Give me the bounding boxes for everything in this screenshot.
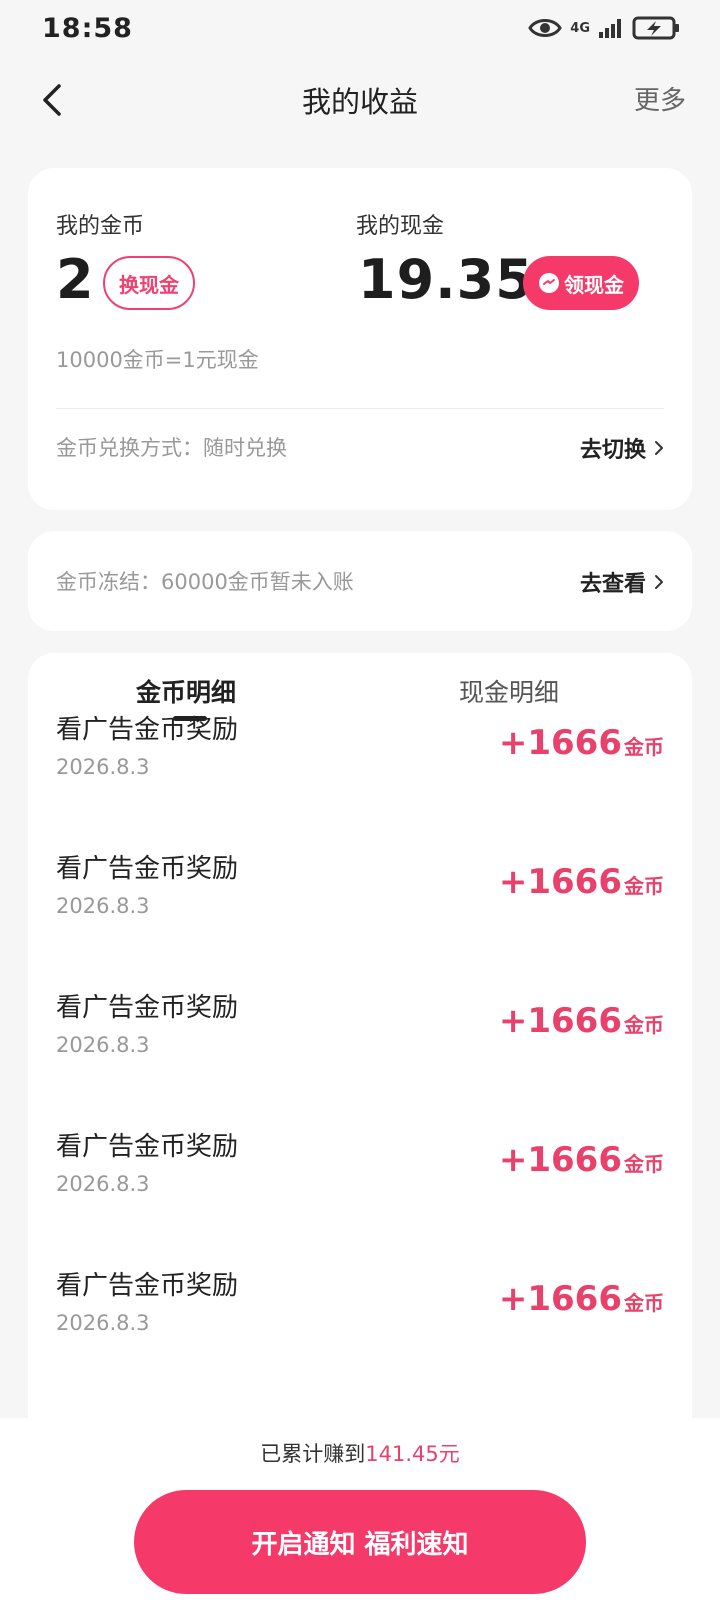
more-button[interactable]: 更多	[634, 80, 686, 117]
page-title: 我的收益	[301, 85, 418, 119]
record-date: 2026.8.3	[56, 1311, 150, 1335]
record-amount-value: +1666	[498, 1001, 622, 1041]
claim-cash-button[interactable]: 领现金	[523, 256, 639, 310]
record-date: 2026.8.3	[56, 755, 150, 779]
back-button[interactable]	[30, 78, 74, 122]
view-frozen-label: 去查看	[579, 572, 646, 597]
frozen-coins-label: 金币冻结：60000金币暂未入账	[56, 570, 354, 594]
coins-value: 2	[56, 248, 94, 311]
enable-notification-label: 开启通知 福利速知	[251, 1529, 469, 1560]
exchange-cash-button[interactable]: 换现金	[103, 256, 195, 310]
list-item: 看广告金币奖励 2026.8.3 +1666 金币	[28, 979, 692, 1118]
chevron-right-icon	[655, 575, 663, 589]
record-amount: +1666 金币	[499, 862, 664, 902]
record-amount-value: +1666	[498, 1140, 622, 1180]
chat-bubble-icon	[539, 273, 559, 293]
exchange-method-label: 金币兑换方式：随时兑换	[56, 436, 287, 460]
record-amount-unit: 金币	[624, 1013, 664, 1037]
total-earned-label: 已累计赚到	[260, 1442, 366, 1466]
bottom-bar: 已累计赚到141.45元 开启通知 福利速知	[0, 1418, 720, 1612]
record-amount-unit: 金币	[624, 735, 664, 759]
record-title: 看广告金币奖励	[56, 1132, 239, 1162]
record-title: 看广告金币奖励	[56, 715, 239, 745]
total-earned: 已累计赚到141.45元	[0, 1438, 720, 1468]
status-bar: 18:58 4G	[0, 0, 720, 56]
claim-cash-label: 领现金	[564, 272, 624, 297]
record-amount: +1666 金币	[499, 1140, 664, 1180]
chevron-left-icon	[43, 84, 61, 116]
record-amount: +1666 金币	[499, 723, 664, 763]
cash-label: 我的现金	[356, 214, 445, 239]
record-date: 2026.8.3	[56, 1033, 150, 1057]
details-card: 金币明细 现金明细 看广告金币奖励 2026.8.3 +1666 金币 看广告金…	[28, 653, 692, 1453]
list-item: 看广告金币奖励 2026.8.3 +1666 金币	[28, 840, 692, 979]
status-icons: 4G	[528, 15, 680, 41]
record-amount: +1666 金币	[499, 1279, 664, 1319]
record-amount-value: +1666	[498, 862, 622, 902]
record-title: 看广告金币奖励	[56, 1271, 239, 1301]
record-amount-value: +1666	[498, 723, 622, 763]
record-title: 看广告金币奖励	[56, 993, 239, 1023]
frozen-coins-card: 金币冻结：60000金币暂未入账 去查看	[28, 531, 692, 631]
total-earned-value: 141.45元	[365, 1442, 460, 1466]
coins-label: 我的金币	[56, 214, 145, 239]
enable-notification-button[interactable]: 开启通知 福利速知	[134, 1490, 586, 1594]
record-amount-unit: 金币	[624, 874, 664, 898]
view-frozen-button[interactable]: 去查看	[580, 566, 664, 598]
list-item: 看广告金币奖励 2026.8.3 +1666 金币	[28, 701, 692, 840]
battery-charging-icon	[632, 16, 679, 40]
switch-method-label: 去切换	[579, 438, 646, 463]
balance-card: 我的金币 我的现金 2 换现金 19.35 领现金 10000金币=1元现金 金…	[28, 168, 692, 510]
cash-value: 19.35	[358, 248, 534, 311]
chevron-right-icon	[655, 441, 663, 455]
exchange-rate: 10000金币=1元现金	[56, 348, 259, 372]
list-item: 看广告金币奖励 2026.8.3 +1666 金币	[28, 1257, 692, 1396]
switch-method-button[interactable]: 去切换	[580, 432, 664, 464]
record-amount: +1666 金币	[499, 1001, 664, 1041]
exchange-cash-label: 换现金	[119, 272, 179, 297]
eye-icon	[528, 19, 563, 37]
record-amount-value: +1666	[498, 1279, 622, 1319]
record-date: 2026.8.3	[56, 1172, 150, 1196]
network-label: 4G	[570, 20, 590, 36]
record-amount-unit: 金币	[624, 1152, 664, 1176]
nav-bar: 我的收益 更多	[0, 62, 720, 138]
status-time: 18:58	[42, 12, 133, 44]
records-list: 看广告金币奖励 2026.8.3 +1666 金币 看广告金币奖励 2026.8…	[28, 701, 692, 1396]
record-date: 2026.8.3	[56, 894, 150, 918]
divider	[56, 408, 664, 409]
signal-icon	[599, 19, 621, 38]
record-amount-unit: 金币	[624, 1291, 664, 1315]
list-item: 看广告金币奖励 2026.8.3 +1666 金币	[28, 1118, 692, 1257]
record-title: 看广告金币奖励	[56, 854, 239, 884]
